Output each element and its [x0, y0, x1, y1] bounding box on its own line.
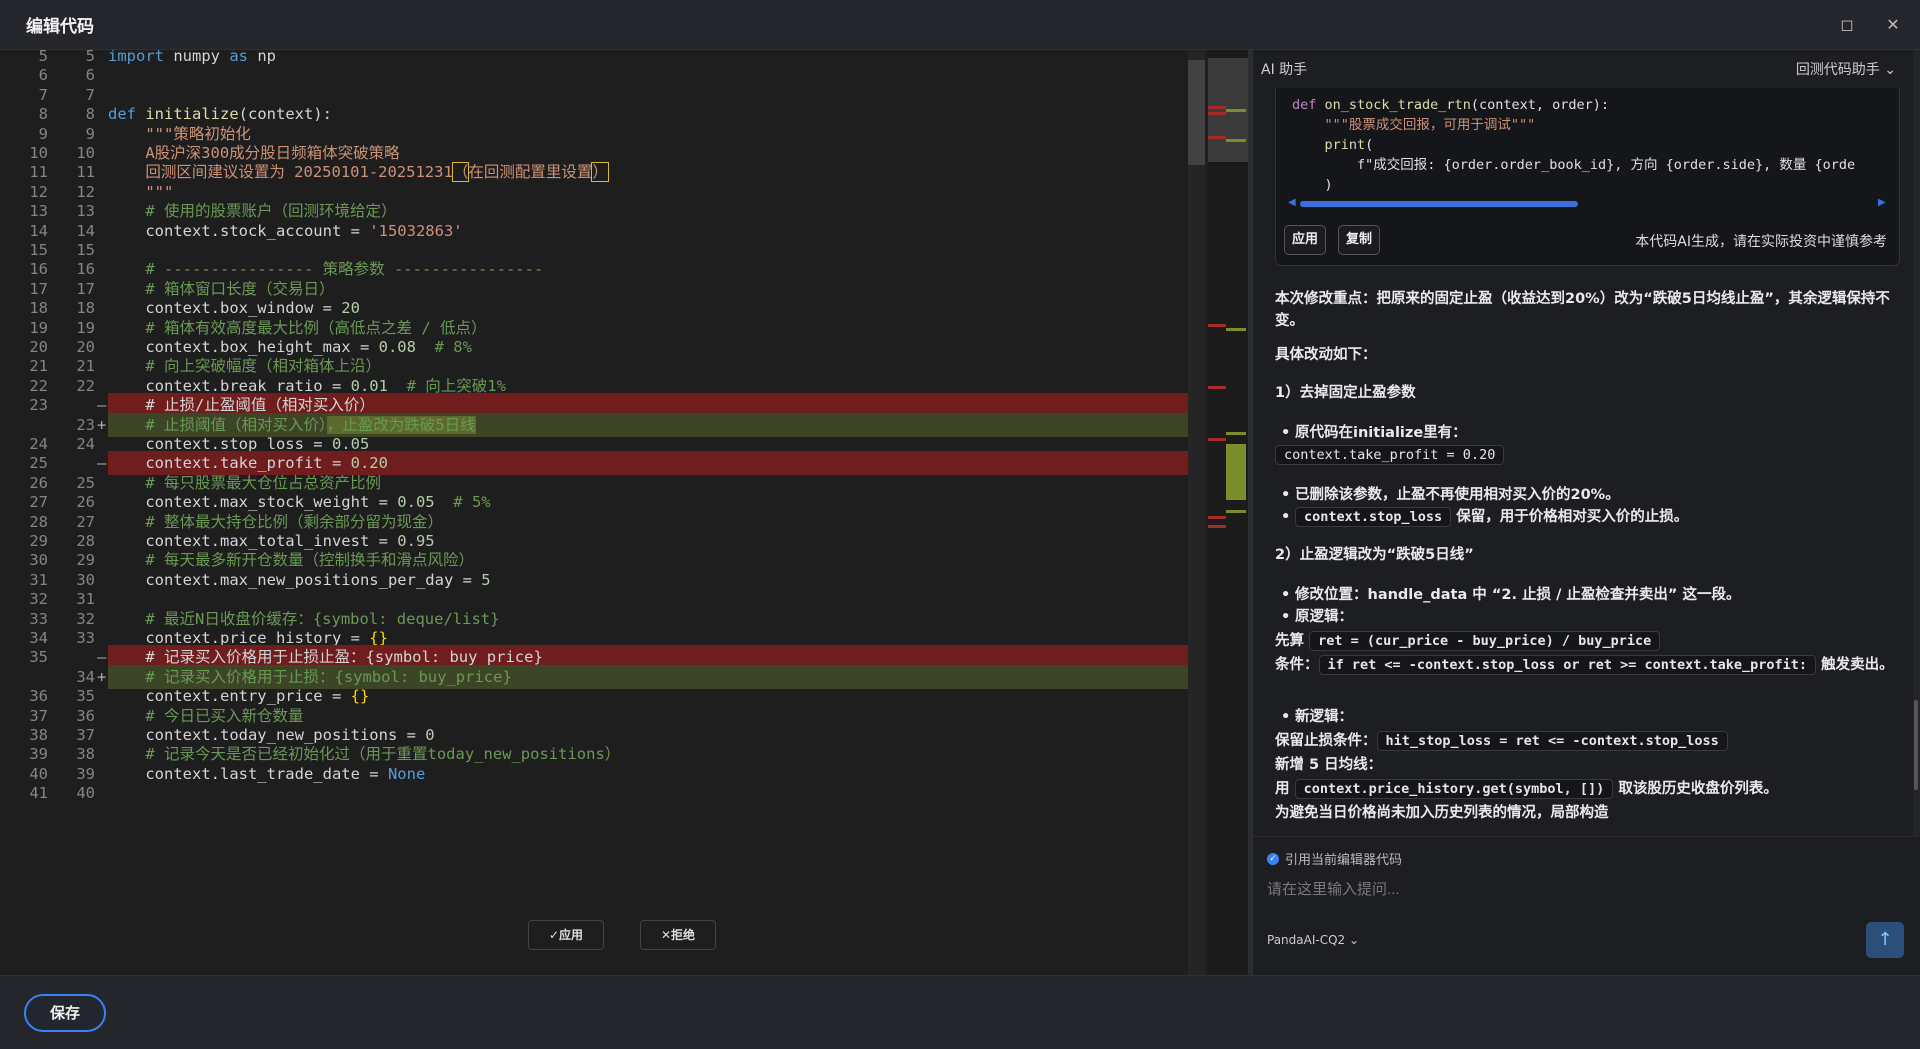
- reference-editor-checkbox[interactable]: ✓ 引用当前编辑器代码: [1267, 849, 1402, 868]
- inline-code: ret = (cur_price - buy_price) / buy_pric…: [1309, 631, 1661, 651]
- assistant-header: AI 助手 回测代码助手 ⌄: [1253, 50, 1920, 88]
- details-heading: 具体改动如下：: [1275, 347, 1377, 363]
- footer-bar: 保存: [0, 975, 1920, 1049]
- step2-heading: 2）止盈逻辑改为“跌破5日线”: [1275, 547, 1474, 563]
- ai-disclaimer: 本代码AI生成，请在实际投资中谨慎参考: [1635, 234, 1887, 250]
- code-editor[interactable]: 5 5 import numpy as np 6 6 7 7 8 8 def initialize…: [0, 50, 1205, 975]
- paragraph: 保留止损条件： hit_stop_loss = ret <= -context.s…: [1275, 730, 1900, 752]
- close-icon[interactable]: ✕: [1882, 14, 1904, 36]
- list-item: 新逻辑：: [1281, 706, 1895, 728]
- list-item: context.stop_loss 保留，用于价格相对买入价的止损。: [1281, 506, 1895, 528]
- assistant-messages[interactable]: def on_stock_trade_rtn(context, order): …: [1275, 88, 1900, 886]
- reference-label: 引用当前编辑器代码: [1285, 853, 1403, 868]
- scroll-right-icon[interactable]: ▶: [1878, 197, 1886, 208]
- paragraph: 新增 5 日均线：: [1275, 757, 1383, 773]
- diff-minimap[interactable]: [1208, 50, 1248, 975]
- chevron-down-icon: ⌄: [1884, 62, 1896, 78]
- ai-assistant-panel: AI 助手 回测代码助手 ⌄ def on_stock_trade_rtn(co…: [1253, 50, 1920, 975]
- model-label: PandaAI-CQ2: [1267, 933, 1346, 947]
- summary-text: 本次修改重点：把原来的固定止盈（收益达到20%）改为“跌破5日均线止盈”，其余逻…: [1275, 291, 1890, 329]
- ai-code: def on_stock_trade_rtn(context, order): …: [1292, 97, 1856, 193]
- code-hscrollbar[interactable]: ◀ ▶: [1288, 197, 1888, 209]
- inline-code: hit_stop_loss = ret <= -context.stop_los…: [1376, 731, 1728, 751]
- maximize-icon[interactable]: ◻: [1836, 14, 1858, 36]
- list-item: 原代码在initialize里有：: [1281, 422, 1895, 444]
- window-title: 编辑代码: [26, 17, 94, 37]
- prompt-input[interactable]: [1267, 877, 1867, 901]
- inline-apply-button[interactable]: ✓应用: [528, 920, 604, 950]
- assistant-scroll-thumb[interactable]: [1914, 700, 1918, 790]
- check-icon: ✓: [1267, 852, 1279, 865]
- list-item: 原逻辑：: [1281, 606, 1895, 628]
- code-line[interactable]: 41 40: [0, 781, 1205, 805]
- code-hscroll-thumb[interactable]: [1300, 201, 1578, 207]
- inline-reject-button[interactable]: ✕拒绝: [640, 920, 716, 950]
- assistant-mode-select[interactable]: 回测代码助手 ⌄: [1796, 59, 1896, 79]
- paragraph: 为避免当日价格尚未加入历史列表的情况，局部构造: [1275, 805, 1609, 821]
- list-item: 修改位置：handle_data 中 “2. 止损 / 止盈检查并卖出” 这一段…: [1281, 584, 1895, 606]
- apply-code-button[interactable]: 应用: [1284, 225, 1326, 255]
- editor-scroll-thumb[interactable]: [1188, 60, 1205, 165]
- model-select[interactable]: PandaAI-CQ2 ⌄: [1267, 933, 1359, 947]
- assistant-title: AI 助手: [1261, 62, 1308, 78]
- inline-code: context.stop_loss: [1295, 507, 1452, 527]
- save-button[interactable]: 保存: [24, 994, 106, 1032]
- send-arrow-icon[interactable]: ↑: [1866, 922, 1904, 958]
- editor-scrollbar[interactable]: [1188, 50, 1205, 975]
- mode-label: 回测代码助手: [1795, 62, 1880, 78]
- copy-code-button[interactable]: 复制: [1338, 225, 1380, 255]
- paragraph: 用 context.price_history.get(symbol, []) …: [1275, 779, 1778, 799]
- inline-code: if ret <= -context.stop_loss or ret >= c…: [1318, 655, 1817, 675]
- prompt-area: ✓ 引用当前编辑器代码 PandaAI-CQ2 ⌄ ↑: [1253, 836, 1920, 975]
- ai-code-block: def on_stock_trade_rtn(context, order): …: [1275, 88, 1900, 266]
- inline-code: context.price_history.get(symbol, []): [1294, 779, 1614, 799]
- chevron-down-icon: ⌄: [1349, 933, 1360, 947]
- new-line-number: 40: [76, 784, 95, 803]
- list-item: 已删除该参数，止盈不再使用相对买入价的20%。: [1281, 484, 1895, 506]
- code-snippet-line: context.take_profit = 0.20: [1275, 444, 1900, 466]
- paragraph: 先算 ret = (cur_price - buy_price) / buy_p…: [1275, 630, 1900, 652]
- paragraph: 条件： if ret <= -context.stop_loss or ret >…: [1275, 655, 1894, 675]
- step1-heading: 1）去掉固定止盈参数: [1275, 385, 1416, 401]
- old-line-number: 41: [29, 784, 48, 803]
- title-bar: 编辑代码 ◻ ✕: [0, 0, 1920, 50]
- inline-code: context.take_profit = 0.20: [1275, 445, 1505, 465]
- scroll-left-icon[interactable]: ◀: [1288, 197, 1296, 208]
